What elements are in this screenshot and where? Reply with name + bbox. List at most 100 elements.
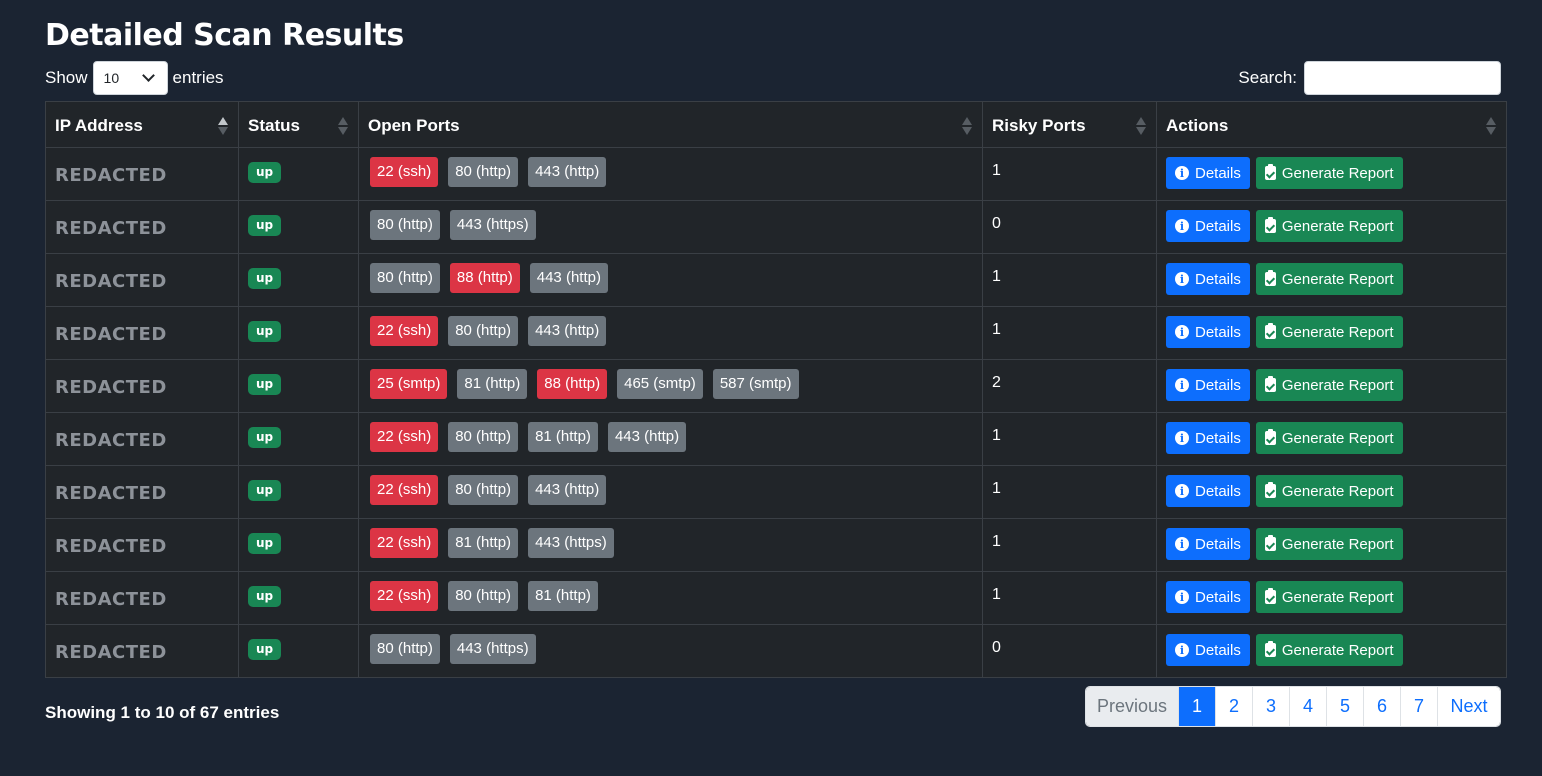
port-badge: 80 (http): [370, 210, 440, 240]
search-input[interactable]: [1304, 61, 1501, 95]
clipboard-check-icon: [1264, 217, 1276, 233]
ip-address: REDACTED: [55, 483, 167, 504]
generate-report-button[interactable]: Generate Report: [1255, 422, 1403, 454]
open-ports-cell: 22 (ssh) 80 (http) 81 (http): [358, 571, 983, 625]
generate-report-button-label: Generate Report: [1281, 535, 1394, 553]
details-button[interactable]: i Details: [1166, 475, 1250, 507]
risky-ports-cell: 2: [982, 359, 1157, 413]
port-badge: 81 (http): [457, 369, 528, 399]
status-cell: up: [238, 465, 359, 519]
entries-select[interactable]: 10: [92, 61, 168, 95]
ip-cell: REDACTED: [45, 571, 239, 625]
details-button[interactable]: i Details: [1166, 634, 1250, 666]
table-row: REDACTED up 80 (http) 443 (https) 0 i Details G…: [45, 200, 1507, 254]
details-button[interactable]: i Details: [1166, 316, 1250, 348]
clipboard-check-icon: [1264, 164, 1276, 180]
port-badge: 80 (http): [448, 422, 519, 452]
column-header-status[interactable]: Status: [238, 101, 359, 148]
page-button-7[interactable]: 7: [1400, 687, 1437, 726]
generate-report-button-label: Generate Report: [1281, 323, 1394, 341]
entries-select-value: 10: [103, 70, 120, 86]
status-cell: up: [238, 624, 359, 678]
generate-report-button-label: Generate Report: [1281, 376, 1394, 394]
risky-port-badge: 22 (ssh): [370, 157, 439, 187]
generate-report-button[interactable]: Generate Report: [1255, 316, 1403, 348]
page-button-6[interactable]: 6: [1363, 687, 1400, 726]
details-button[interactable]: i Details: [1166, 263, 1250, 295]
details-button-label: Details: [1195, 429, 1241, 447]
next-page-button[interactable]: Next: [1437, 687, 1500, 726]
column-header-ip[interactable]: IP Address: [45, 101, 239, 148]
risky-ports-count: 1: [992, 162, 1001, 179]
details-button[interactable]: i Details: [1166, 157, 1250, 189]
sort-arrows-icon: [962, 117, 972, 135]
ip-address: REDACTED: [55, 642, 167, 663]
details-button-label: Details: [1195, 482, 1241, 500]
info-circle-icon: i: [1175, 484, 1189, 498]
ip-cell: REDACTED: [45, 465, 239, 519]
risky-port-badge: 22 (ssh): [370, 528, 439, 558]
generate-report-button[interactable]: Generate Report: [1255, 157, 1403, 189]
generate-report-button-label: Generate Report: [1281, 641, 1394, 659]
status-cell: up: [238, 306, 359, 360]
status-badge: up: [248, 533, 282, 554]
status-badge: up: [248, 639, 282, 660]
ip-cell: REDACTED: [45, 359, 239, 413]
page-button-1[interactable]: 1: [1178, 687, 1215, 726]
status-badge: up: [248, 215, 282, 236]
page-button-3[interactable]: 3: [1252, 687, 1289, 726]
status-badge: up: [248, 268, 282, 289]
clipboard-check-icon: [1264, 429, 1276, 445]
risky-ports-count: 1: [992, 533, 1001, 550]
column-header-risky-ports[interactable]: Risky Ports: [982, 101, 1157, 148]
risky-ports-count: 1: [992, 480, 1001, 497]
details-button-label: Details: [1195, 164, 1241, 182]
page-button-2[interactable]: 2: [1215, 687, 1252, 726]
open-ports-cell: 22 (ssh) 80 (http) 81 (http) 443 (http): [358, 412, 983, 466]
column-header-open-ports[interactable]: Open Ports: [358, 101, 983, 148]
status-cell: up: [238, 359, 359, 413]
generate-report-button[interactable]: Generate Report: [1255, 475, 1403, 507]
column-header-label: Status: [248, 116, 300, 135]
page-button-4[interactable]: 4: [1289, 687, 1326, 726]
pagination: Previous 1 2 3 4 5 6 7 Next: [1085, 686, 1501, 727]
ip-cell: REDACTED: [45, 306, 239, 360]
info-circle-icon: i: [1175, 166, 1189, 180]
risky-ports-cell: 1: [982, 147, 1157, 201]
generate-report-button[interactable]: Generate Report: [1255, 581, 1403, 613]
details-button-label: Details: [1195, 641, 1241, 659]
details-button[interactable]: i Details: [1166, 528, 1250, 560]
details-button[interactable]: i Details: [1166, 422, 1250, 454]
status-cell: up: [238, 200, 359, 254]
clipboard-check-icon: [1264, 270, 1276, 286]
risky-ports-count: 0: [992, 639, 1001, 656]
ip-cell: REDACTED: [45, 200, 239, 254]
details-button[interactable]: i Details: [1166, 581, 1250, 613]
column-header-actions[interactable]: Actions: [1156, 101, 1507, 148]
risky-port-badge: 22 (ssh): [370, 581, 439, 611]
column-header-label: Open Ports: [368, 116, 460, 135]
open-ports-cell: 22 (ssh) 80 (http) 443 (http): [358, 147, 983, 201]
details-button-label: Details: [1195, 323, 1241, 341]
page-button-5[interactable]: 5: [1326, 687, 1363, 726]
details-button[interactable]: i Details: [1166, 369, 1250, 401]
generate-report-button[interactable]: Generate Report: [1255, 210, 1403, 242]
previous-page-button[interactable]: Previous: [1086, 687, 1178, 726]
generate-report-button[interactable]: Generate Report: [1255, 634, 1403, 666]
risky-port-badge: 88 (http): [537, 369, 608, 399]
open-ports-cell: 22 (ssh) 81 (http) 443 (https): [358, 518, 983, 572]
status-cell: up: [238, 518, 359, 572]
port-badge: 465 (smtp): [617, 369, 703, 399]
port-badge: 80 (http): [448, 581, 519, 611]
generate-report-button[interactable]: Generate Report: [1255, 263, 1403, 295]
generate-report-button[interactable]: Generate Report: [1255, 369, 1403, 401]
ip-address: REDACTED: [55, 324, 167, 345]
generate-report-button[interactable]: Generate Report: [1255, 528, 1403, 560]
actions-cell: i Details Generate Report: [1156, 518, 1507, 572]
table-row: REDACTED up 22 (ssh) 80 (http) 81 (http) 1 i De…: [45, 571, 1507, 625]
details-button[interactable]: i Details: [1166, 210, 1250, 242]
risky-ports-count: 1: [992, 427, 1001, 444]
status-badge: up: [248, 586, 282, 607]
status-badge: up: [248, 374, 282, 395]
risky-ports-cell: 1: [982, 571, 1157, 625]
